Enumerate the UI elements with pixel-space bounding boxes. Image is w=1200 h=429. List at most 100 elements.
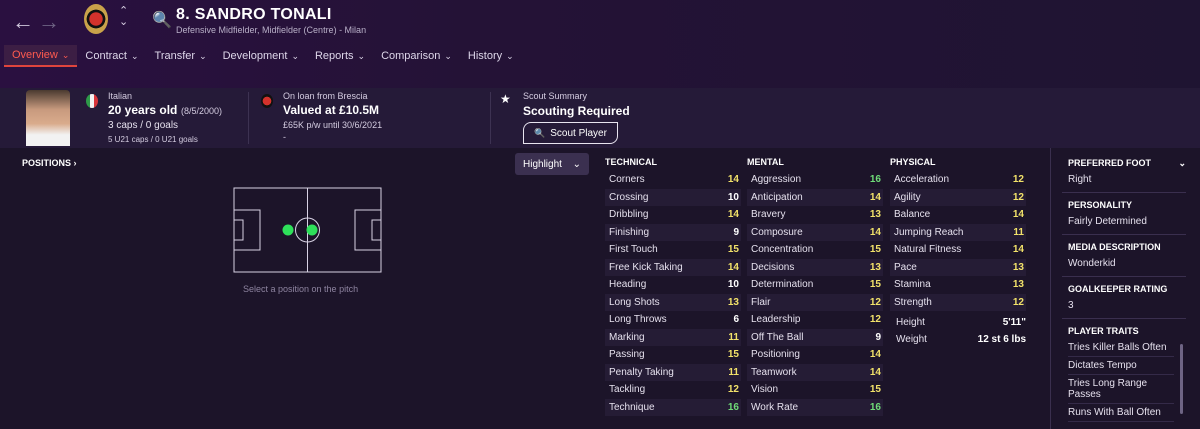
attribute-row[interactable]: Aggression 16 (747, 171, 883, 189)
position-pitch[interactable] (233, 187, 382, 273)
player-trait: Runs With Ball Often (1068, 404, 1174, 422)
media-description-block: MEDIA DESCRIPTION Wonderkid (1068, 242, 1186, 269)
attribute-row[interactable]: Acceleration 12 (890, 171, 1026, 189)
attribute-row[interactable]: Leadership 12 (747, 311, 883, 329)
physical-title: PHYSICAL (890, 157, 936, 167)
tab-reports[interactable]: Reports ⌄ (307, 45, 373, 67)
attribute-name: Long Shots (609, 296, 660, 308)
info-divider (490, 92, 491, 144)
weight-label: Weight (896, 334, 927, 345)
attribute-value: 10 (727, 191, 739, 203)
star-icon: ★ (500, 92, 511, 106)
attribute-row[interactable]: Teamwork 14 (747, 363, 883, 381)
positions-header[interactable]: POSITIONS › (22, 158, 77, 168)
attribute-row[interactable]: Passing 15 (605, 346, 741, 364)
club-badge-icon[interactable] (84, 4, 108, 34)
attribute-name: Decisions (751, 261, 795, 273)
attribute-value: 15 (869, 279, 881, 291)
attribute-row[interactable]: Decisions 13 (747, 258, 883, 276)
weight-row: Weight 12 st 6 lbs (890, 331, 1026, 348)
attribute-row[interactable]: First Touch 15 (605, 241, 741, 259)
attribute-row[interactable]: Bravery 13 (747, 206, 883, 224)
attribute-row[interactable]: Balance 14 (890, 206, 1026, 224)
attribute-name: Acceleration (894, 174, 950, 186)
back-arrow-icon[interactable]: ← (12, 9, 34, 35)
weight-value: 12 st 6 lbs (977, 334, 1026, 345)
traits-scrollbar[interactable] (1180, 344, 1183, 414)
attribute-row[interactable]: Tackling 12 (605, 381, 741, 399)
attribute-row[interactable]: Composure 14 (747, 223, 883, 241)
chevron-down-icon[interactable]: ⌄ (1178, 158, 1186, 169)
chevron-down-icon: ⌄ (291, 51, 299, 61)
scout-player-button[interactable]: 🔍 Scout Player (523, 122, 618, 144)
attribute-row[interactable]: Natural Fitness 14 (890, 241, 1026, 259)
date-of-birth: (8/5/2000) (181, 106, 223, 116)
attribute-value: 15 (727, 349, 739, 361)
attribute-row[interactable]: Marking 11 (605, 328, 741, 346)
attribute-name: Vision (751, 384, 779, 396)
height-value: 5'11" (1002, 317, 1026, 328)
tab-history[interactable]: History ⌄ (460, 45, 522, 67)
attribute-row[interactable]: Pace 13 (890, 258, 1026, 276)
attribute-value: 11 (1013, 226, 1024, 238)
attribute-row[interactable]: Long Throws 6 (605, 311, 741, 329)
tab-overview[interactable]: Overview ⌄ (4, 45, 78, 67)
attribute-row[interactable]: Finishing 9 (605, 223, 741, 241)
attribute-value: 14 (727, 209, 739, 221)
tab-comparison[interactable]: Comparison ⌄ (373, 45, 460, 67)
position-dot-mc[interactable] (306, 224, 318, 236)
attribute-row[interactable]: Long Shots 13 (605, 293, 741, 311)
attribute-name: Free Kick Taking (609, 261, 683, 273)
personality-label: PERSONALITY (1068, 200, 1133, 210)
goalkeeper-rating-block: GOALKEEPER RATING 3 (1068, 284, 1186, 311)
attribute-row[interactable]: Determination 15 (747, 276, 883, 294)
attribute-value: 9 (733, 226, 739, 238)
side-divider (1062, 318, 1186, 319)
chevron-down-icon: ⌄ (444, 51, 452, 61)
tab-development[interactable]: Development ⌄ (215, 45, 307, 67)
tab-label: Comparison (381, 50, 441, 62)
attribute-row[interactable]: Technique 16 (605, 398, 741, 416)
attribute-value: 11 (728, 331, 739, 343)
attribute-name: Off The Ball (751, 331, 804, 343)
attribute-name: Jumping Reach (894, 226, 964, 238)
attribute-value: 12 (869, 314, 881, 326)
attribute-value: 12 (727, 384, 739, 396)
highlight-dropdown[interactable]: Highlight ⌄ (515, 153, 589, 175)
attribute-row[interactable]: Free Kick Taking 14 (605, 258, 741, 276)
attribute-row[interactable]: Flair 12 (747, 293, 883, 311)
technical-title: TECHNICAL (605, 157, 657, 167)
attribute-row[interactable]: Positioning 14 (747, 346, 883, 364)
chevron-down-icon: ⌄ (357, 51, 366, 61)
player-subtitle: Defensive Midfielder, Midfielder (Centre… (176, 25, 367, 35)
attribute-row[interactable]: Stamina 13 (890, 276, 1026, 294)
attribute-row[interactable]: Corners 14 (605, 171, 741, 189)
highlight-label: Highlight (523, 158, 562, 170)
attribute-name: Penalty Taking (609, 366, 674, 378)
attribute-row[interactable]: Off The Ball 9 (747, 328, 883, 346)
attribute-row[interactable]: Crossing 10 (605, 188, 741, 206)
attribute-row[interactable]: Anticipation 14 (747, 188, 883, 206)
attribute-row[interactable]: Agility 12 (890, 188, 1026, 206)
forward-arrow-icon[interactable]: → (38, 9, 60, 35)
attribute-row[interactable]: Heading 10 (605, 276, 741, 294)
chevron-down-icon: ⌄ (199, 51, 207, 61)
attribute-row[interactable]: Vision 15 (747, 381, 883, 399)
attribute-name: Technique (609, 401, 655, 413)
tab-transfer[interactable]: Transfer ⌄ (147, 45, 215, 67)
attribute-value: 14 (1012, 209, 1024, 221)
player-cycle-icon[interactable]: ⌃ ⌄ (119, 6, 128, 28)
attribute-row[interactable]: Strength 12 (890, 293, 1026, 311)
mental-title: MENTAL (747, 157, 784, 167)
search-icon[interactable]: 🔍 (152, 10, 172, 30)
player-traits-block: PLAYER TRAITS Tries Killer Balls Often Di… (1068, 326, 1174, 422)
tab-contract[interactable]: Contract ⌄ (77, 45, 146, 67)
attribute-row[interactable]: Jumping Reach 11 (890, 223, 1026, 241)
position-dot-dm[interactable] (282, 224, 294, 236)
attribute-row[interactable]: Concentration 15 (747, 241, 883, 259)
attribute-row[interactable]: Dribbling 14 (605, 206, 741, 224)
attribute-row[interactable]: Penalty Taking 11 (605, 363, 741, 381)
attribute-row[interactable]: Work Rate 16 (747, 398, 883, 416)
side-divider (1062, 276, 1186, 277)
attribute-value: 12 (1012, 191, 1024, 203)
